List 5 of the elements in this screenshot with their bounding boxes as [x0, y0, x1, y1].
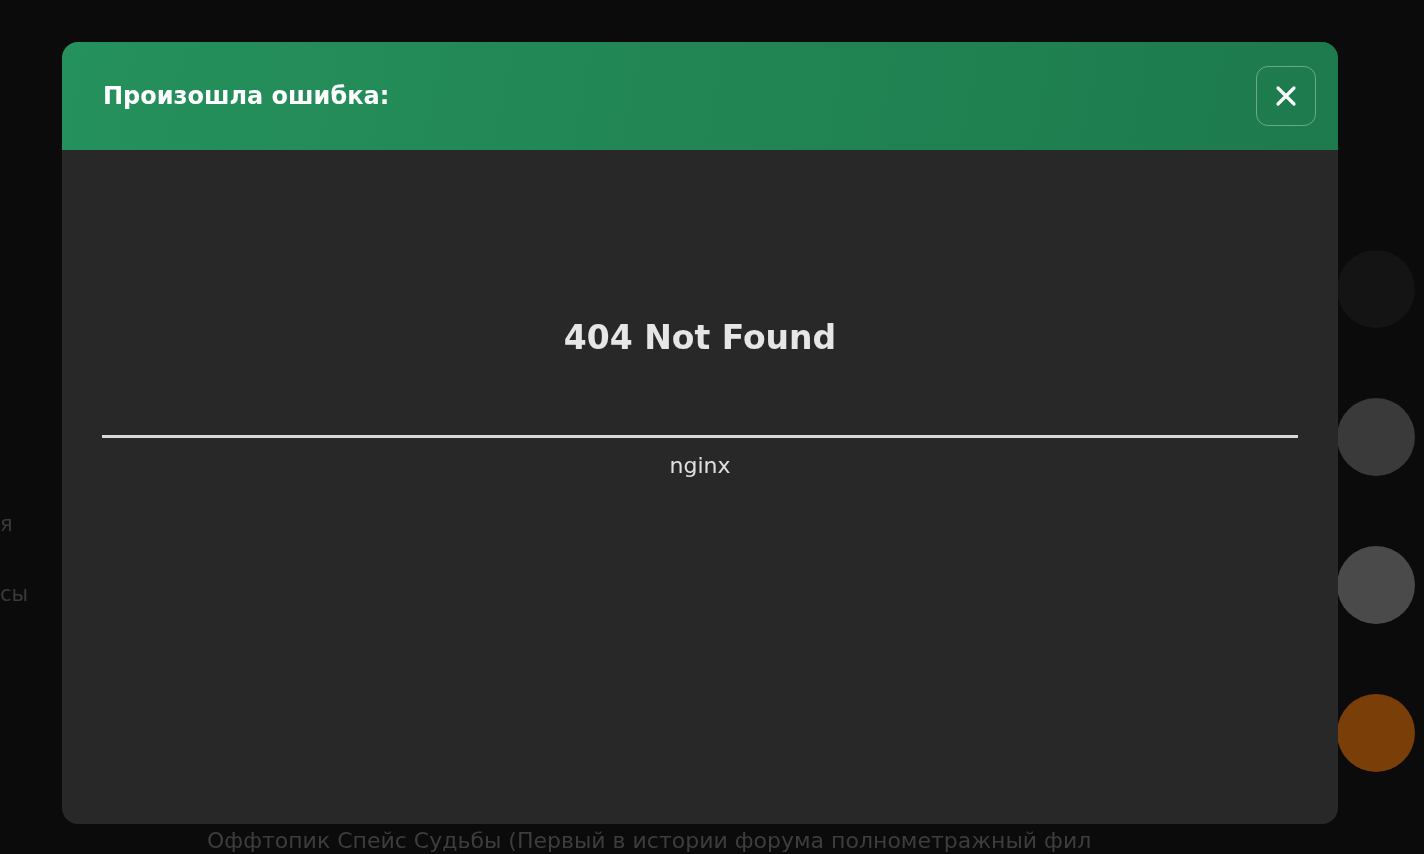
error-heading: 404 Not Found: [563, 318, 837, 357]
server-name: nginx: [669, 453, 731, 478]
dialog-title: Произошла ошибка:: [103, 82, 390, 110]
close-button[interactable]: [1256, 66, 1316, 126]
close-icon: [1275, 85, 1297, 107]
